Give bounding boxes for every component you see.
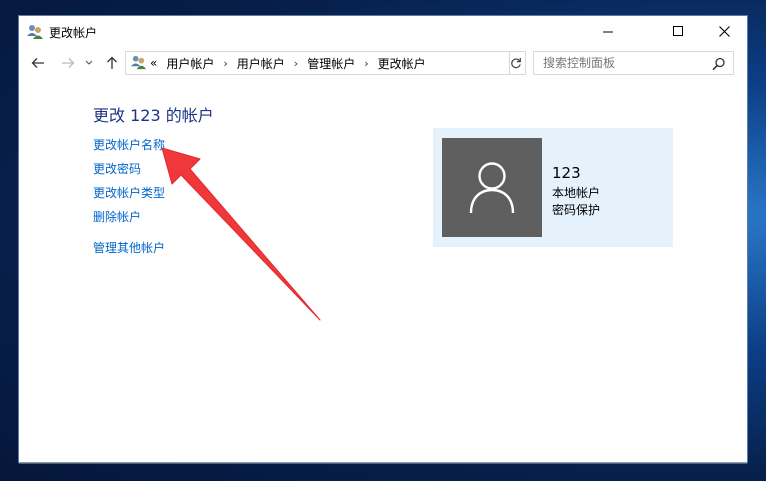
- account-name: 123: [552, 164, 581, 182]
- minimize-icon: [602, 31, 613, 33]
- refresh-button[interactable]: [507, 51, 526, 75]
- user-silhouette-icon: [469, 161, 515, 213]
- forward-button[interactable]: [58, 54, 78, 72]
- breadcrumb-item[interactable]: 用户帐户: [237, 55, 285, 72]
- search-input[interactable]: [534, 52, 713, 74]
- breadcrumb-item[interactable]: 管理帐户: [307, 55, 355, 72]
- minimize-button[interactable]: [585, 16, 631, 47]
- breadcrumb-overflow[interactable]: «: [150, 56, 157, 70]
- change-password-link[interactable]: 更改密码: [93, 160, 141, 177]
- arrow-left-icon: [31, 58, 44, 68]
- page-title: 更改 123 的帐户: [93, 106, 214, 125]
- window-bottom-edge: [19, 462, 747, 464]
- arrow-right-icon: [62, 58, 75, 68]
- breadcrumb-separator[interactable]: ›: [223, 57, 227, 70]
- users-icon: [130, 54, 147, 71]
- breadcrumb: « 用户帐户 › 用户帐户 › 管理帐户 › 更改帐户: [150, 55, 426, 71]
- chevron-down-icon: [85, 60, 93, 65]
- up-button[interactable]: [102, 54, 122, 72]
- account-type: 本地帐户: [552, 186, 601, 200]
- back-button[interactable]: [28, 54, 48, 72]
- recent-locations-button[interactable]: [83, 54, 95, 72]
- search-icon[interactable]: [712, 56, 726, 71]
- change-account-type-link[interactable]: 更改帐户类型: [93, 184, 165, 201]
- delete-account-link[interactable]: 删除帐户: [93, 208, 141, 225]
- users-icon: [26, 23, 44, 41]
- address-bar[interactable]: « 用户帐户 › 用户帐户 › 管理帐户 › 更改帐户: [125, 51, 607, 75]
- close-icon: [718, 26, 730, 37]
- breadcrumb-item[interactable]: 用户帐户: [166, 55, 214, 72]
- refresh-icon: [511, 58, 521, 69]
- maximize-icon: [672, 26, 683, 36]
- search-box[interactable]: [533, 51, 734, 75]
- account-card: 123 本地帐户 密码保护: [433, 128, 673, 247]
- breadcrumb-item[interactable]: 更改帐户: [378, 55, 426, 72]
- navigation-bar: « 用户帐户 › 用户帐户 › 管理帐户 › 更改帐户: [19, 49, 747, 77]
- close-button[interactable]: [701, 16, 747, 47]
- change-account-name-link[interactable]: 更改帐户名称: [93, 136, 165, 153]
- breadcrumb-separator[interactable]: ›: [364, 57, 368, 70]
- arrow-up-icon: [107, 56, 117, 69]
- password-status: 密码保护: [552, 203, 601, 217]
- maximize-button[interactable]: [655, 16, 701, 47]
- window-title: 更改帐户: [49, 26, 98, 40]
- manage-other-accounts-link[interactable]: 管理其他帐户: [93, 239, 165, 256]
- title-bar[interactable]: 更改帐户: [19, 16, 747, 47]
- avatar: [442, 138, 542, 237]
- breadcrumb-separator[interactable]: ›: [294, 57, 298, 70]
- control-panel-window: 更改帐户 « 用户帐户 › 用户帐户 › 管理帐户 › 更改帐户 搜索控制面板 …: [19, 16, 747, 462]
